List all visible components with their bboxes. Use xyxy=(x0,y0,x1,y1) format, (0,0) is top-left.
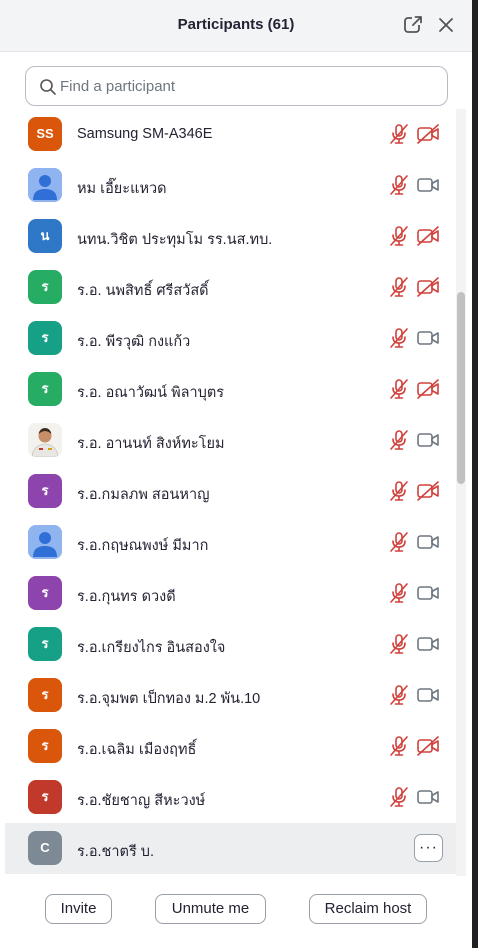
mic-muted-icon[interactable] xyxy=(387,633,411,655)
avatar: ร xyxy=(28,780,62,814)
video-camera-icon[interactable] xyxy=(416,429,440,451)
video-off-icon[interactable] xyxy=(416,480,440,502)
mic-muted-icon[interactable] xyxy=(387,582,411,604)
video-camera-icon[interactable] xyxy=(416,786,440,808)
avatar: ร xyxy=(28,372,62,406)
scrollbar[interactable] xyxy=(456,109,466,876)
participant-name: นทน.วิชิต ประทุมโม รร.นส.ทบ. xyxy=(77,232,273,248)
avatar xyxy=(28,525,62,559)
participant-row[interactable]: ร ร.อ.จุมพต เป็กทอง ม.2 พัน.10 xyxy=(5,670,456,721)
mic-muted-icon[interactable] xyxy=(387,735,411,757)
reclaim-host-button[interactable]: Reclaim host xyxy=(309,894,427,924)
close-icon[interactable] xyxy=(435,14,457,36)
video-camera-icon[interactable] xyxy=(416,327,440,349)
participant-row[interactable]: น นทน.วิชิต ประทุมโม รร.นส.ทบ. xyxy=(5,211,456,262)
search-input[interactable] xyxy=(60,75,430,97)
participant-name: ร.อ.เฉลิม เมืองฤทธิ์ xyxy=(77,742,197,758)
participant-list[interactable]: SS Samsung SM-A346E หม เอี๊ยะแหวดน นทน.วิชิ… xyxy=(5,109,456,876)
avatar xyxy=(28,168,62,202)
mic-muted-icon[interactable] xyxy=(387,684,411,706)
video-off-icon[interactable] xyxy=(416,123,440,145)
mic-muted-icon[interactable] xyxy=(387,327,411,349)
avatar: ร xyxy=(28,627,62,661)
avatar xyxy=(28,423,62,457)
participant-name: Samsung SM-A346E xyxy=(77,126,213,142)
mic-muted-icon[interactable] xyxy=(387,480,411,502)
participant-name: ร.อ.ชาตรี บ. xyxy=(77,844,155,860)
unmute-me-button[interactable]: Unmute me xyxy=(155,894,266,924)
participant-name: ร.อ.จุมพต เป็กทอง ม.2 พัน.10 xyxy=(77,691,261,707)
participant-row[interactable]: ร ร.อ.ชัยชาญ สีหะวงษ์ xyxy=(5,772,456,823)
video-off-icon[interactable] xyxy=(416,735,440,757)
avatar: ร xyxy=(28,270,62,304)
participant-row[interactable]: ร ร.อ. อณาวัฒน์ พิลาบุตร xyxy=(5,364,456,415)
video-off-icon[interactable] xyxy=(416,378,440,400)
mic-muted-icon[interactable] xyxy=(387,378,411,400)
participant-row[interactable]: SS Samsung SM-A346E xyxy=(5,109,456,160)
avatar: ร xyxy=(28,678,62,712)
participant-name: ร.อ.กฤษณพงษ์ มีมาก xyxy=(77,538,209,554)
mic-muted-icon[interactable] xyxy=(387,786,411,808)
mic-muted-icon[interactable] xyxy=(387,225,411,247)
participant-row[interactable]: ร ร.อ.เกรียงไกร อินสองใจ xyxy=(5,619,456,670)
avatar: ร xyxy=(28,474,62,508)
participant-name: ร.อ.กมลภพ สอนหาญ xyxy=(77,487,210,503)
participant-name: หม เอี๊ยะแหวด xyxy=(77,181,167,197)
video-camera-icon[interactable] xyxy=(416,531,440,553)
search-icon xyxy=(40,79,56,95)
video-camera-icon[interactable] xyxy=(416,582,440,604)
participant-name: ร.อ. อณาวัฒน์ พิลาบุตร xyxy=(77,385,225,401)
video-off-icon[interactable] xyxy=(416,225,440,247)
panel-header: Participants (61) xyxy=(0,0,472,52)
mic-muted-icon[interactable] xyxy=(387,429,411,451)
video-off-icon[interactable] xyxy=(416,276,440,298)
participant-name: ร.อ. นพสิทธิ์ ศรีสวัสดิ์ xyxy=(77,283,209,299)
participant-row[interactable]: ร ร.อ.เฉลิม เมืองฤทธิ์ xyxy=(5,721,456,772)
more-options-button[interactable]: ··· xyxy=(414,834,443,862)
mic-muted-icon[interactable] xyxy=(387,276,411,298)
avatar: น xyxy=(28,219,62,253)
participant-row[interactable]: C ร.อ.ชาตรี บ. ··· xyxy=(5,823,456,874)
scrollbar-thumb[interactable] xyxy=(457,292,465,484)
video-camera-icon[interactable] xyxy=(416,633,440,655)
participant-name: ร.อ.กุนทร ดวงดี xyxy=(77,589,176,605)
participant-name: ร.อ. พีรวุฒิ กงแก้ว xyxy=(77,334,191,350)
avatar: ร xyxy=(28,729,62,763)
participant-row[interactable]: ร.อ. อานนท์ สิงห์ทะโยม xyxy=(5,415,456,466)
footer-bar: Invite Unmute me Reclaim host xyxy=(0,876,472,948)
participant-row[interactable]: ร.อ.กฤษณพงษ์ มีมาก xyxy=(5,517,456,568)
avatar: ร xyxy=(28,321,62,355)
invite-button[interactable]: Invite xyxy=(45,894,112,924)
participant-row[interactable]: หม เอี๊ยะแหวด xyxy=(5,160,456,211)
popout-icon[interactable] xyxy=(402,14,424,36)
participant-row[interactable]: ร ร.อ.กุนทร ดวงดี xyxy=(5,568,456,619)
mic-muted-icon[interactable] xyxy=(387,123,411,145)
search-box[interactable] xyxy=(25,66,448,106)
participant-name: ร.อ.ชัยชาญ สีหะวงษ์ xyxy=(77,793,206,809)
participant-row[interactable]: ร ร.อ. พีรวุฒิ กงแก้ว xyxy=(5,313,456,364)
video-camera-icon[interactable] xyxy=(416,684,440,706)
mic-muted-icon[interactable] xyxy=(387,174,411,196)
window-edge xyxy=(472,0,478,948)
video-camera-icon[interactable] xyxy=(416,174,440,196)
participant-row[interactable]: ร ร.อ. นพสิทธิ์ ศรีสวัสดิ์ xyxy=(5,262,456,313)
mic-muted-icon[interactable] xyxy=(387,531,411,553)
avatar: SS xyxy=(28,117,62,151)
participant-name: ร.อ. อานนท์ สิงห์ทะโยม xyxy=(77,436,225,452)
avatar: C xyxy=(28,831,62,865)
participant-row[interactable]: ร ร.อ.กมลภพ สอนหาญ xyxy=(5,466,456,517)
avatar: ร xyxy=(28,576,62,610)
participant-name: ร.อ.เกรียงไกร อินสองใจ xyxy=(77,640,226,656)
